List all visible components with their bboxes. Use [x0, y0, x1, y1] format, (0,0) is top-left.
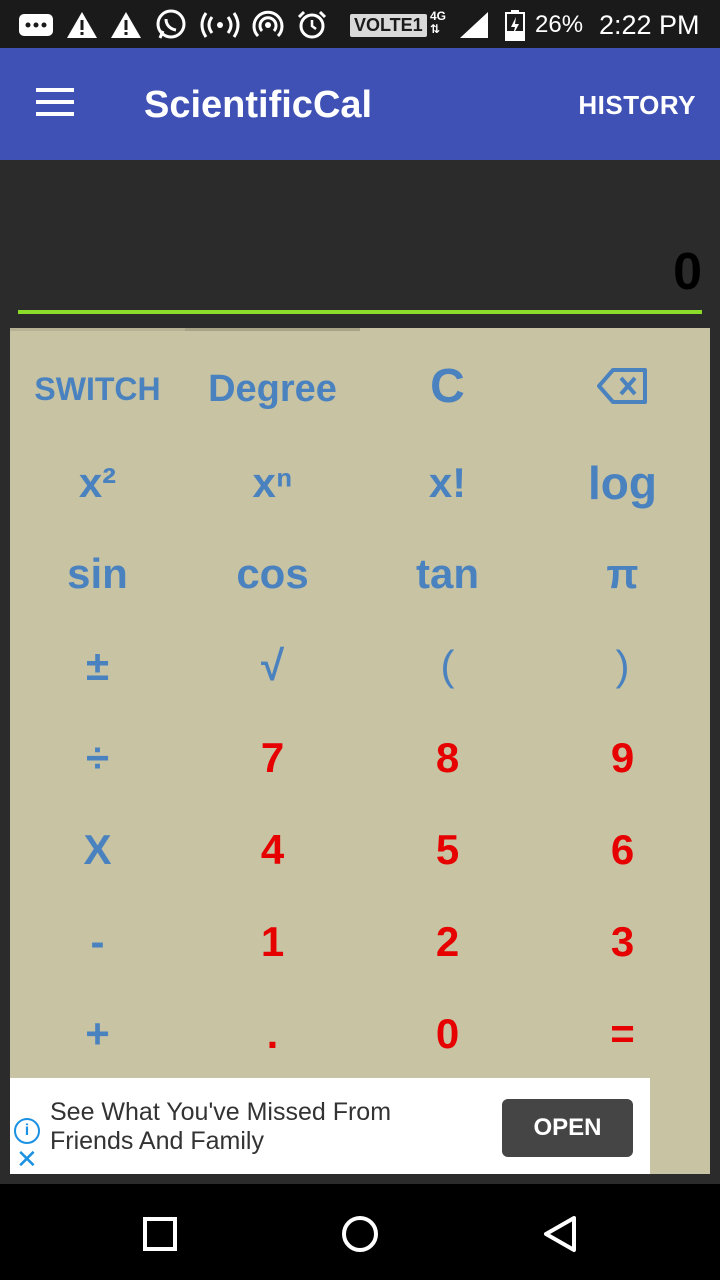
display-value: 0: [673, 243, 702, 301]
system-navigation-bar: [0, 1184, 720, 1280]
digit-4-button[interactable]: 4: [185, 804, 360, 896]
back-icon[interactable]: [540, 1214, 580, 1254]
digit-2-button[interactable]: 2: [360, 896, 535, 988]
multiply-button[interactable]: X: [10, 804, 185, 896]
digit-6-button[interactable]: 6: [535, 804, 710, 896]
ad-info-icon[interactable]: i: [14, 1118, 40, 1144]
backspace-button[interactable]: [535, 340, 710, 432]
home-icon[interactable]: [340, 1214, 380, 1254]
backspace-icon: [596, 368, 647, 404]
clear-button[interactable]: C: [360, 340, 535, 432]
history-button[interactable]: HISTORY: [578, 90, 696, 121]
plus-minus-button[interactable]: ±: [10, 620, 185, 712]
decimal-point-button[interactable]: .: [185, 988, 360, 1080]
notification-icons: [18, 8, 328, 42]
battery-icon: [505, 10, 525, 41]
signal-strength-icon: [460, 12, 488, 38]
log-button[interactable]: log: [535, 437, 710, 529]
digit-9-button[interactable]: 9: [535, 712, 710, 804]
clock: 2:22 PM: [599, 10, 700, 40]
digit-7-button[interactable]: 7: [185, 712, 360, 804]
ad-banner[interactable]: i ✕ See What You've Missed From Friends …: [10, 1078, 650, 1174]
tan-button[interactable]: tan: [360, 528, 535, 620]
ad-text: See What You've Missed From Friends And …: [50, 1098, 392, 1155]
equals-button[interactable]: =: [535, 988, 710, 1080]
warning-icon: [111, 12, 141, 38]
network-type-indicator: 4G ⇅: [430, 9, 447, 36]
digit-8-button[interactable]: 8: [360, 712, 535, 804]
close-parenthesis-button[interactable]: ): [535, 620, 710, 712]
digit-0-button[interactable]: 0: [360, 988, 535, 1080]
square-button[interactable]: x²: [10, 437, 185, 529]
square-root-button[interactable]: √: [185, 620, 360, 712]
app-bar: ScientificCal HISTORY: [0, 48, 720, 160]
factorial-button[interactable]: x!: [360, 437, 535, 529]
open-parenthesis-button[interactable]: (: [360, 620, 535, 712]
whatsapp-icon: [156, 9, 186, 39]
hotspot-broadcast-icon: [200, 12, 240, 38]
digit-5-button[interactable]: 5: [360, 804, 535, 896]
recent-apps-icon[interactable]: [140, 1214, 180, 1254]
divide-button[interactable]: ÷: [10, 712, 185, 804]
sin-button[interactable]: sin: [10, 528, 185, 620]
battery-percent: 26%: [535, 11, 584, 38]
power-button[interactable]: xⁿ: [185, 437, 360, 529]
hotspot-icon: [252, 10, 284, 38]
app-title: ScientificCal: [144, 84, 373, 126]
pi-button[interactable]: π: [535, 528, 710, 620]
keypad-tab-indicator: [10, 328, 360, 331]
add-button[interactable]: +: [10, 988, 185, 1080]
ad-open-button[interactable]: OPEN: [502, 1099, 633, 1157]
ad-close-icon[interactable]: ✕: [16, 1146, 38, 1172]
keypad: SWITCH Degree C x² xⁿ x! log sin cos tan…: [10, 328, 710, 1174]
switch-button[interactable]: SWITCH: [10, 343, 185, 435]
calculator-display: 0: [0, 160, 720, 328]
hamburger-menu-icon[interactable]: [36, 88, 76, 118]
cos-button[interactable]: cos: [185, 528, 360, 620]
angle-mode-button[interactable]: Degree: [185, 343, 360, 435]
volte-badge: VOLTE1: [350, 14, 427, 37]
alarm-icon: [297, 10, 327, 39]
more-notifications-icon: [19, 14, 53, 36]
digit-1-button[interactable]: 1: [185, 896, 360, 988]
digit-3-button[interactable]: 3: [535, 896, 710, 988]
warning-icon: [67, 12, 97, 38]
display-underline: [18, 310, 702, 314]
status-bar: VOLTE1 4G ⇅ 26% 2:22 PM: [0, 0, 720, 48]
subtract-button[interactable]: -: [10, 896, 185, 988]
